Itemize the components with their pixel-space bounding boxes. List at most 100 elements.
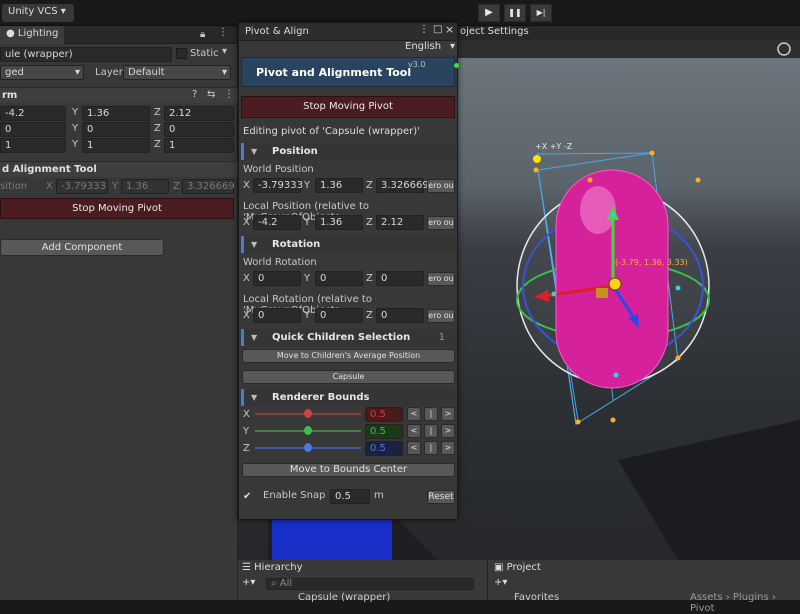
transform-rotation-y[interactable]: 0 <box>82 122 150 137</box>
world-position-x[interactable]: -3.79333 <box>253 178 303 193</box>
bounds-center-button[interactable]: | <box>424 424 438 438</box>
pivot-coords-label: (-3.79, 1.36, 3.33) <box>615 258 688 267</box>
local-rotation-y[interactable]: 0 <box>315 308 363 323</box>
menu-icon[interactable]: ⋮ <box>224 89 234 100</box>
capsule-child-button[interactable]: Capsule <box>242 370 455 384</box>
tab-project[interactable]: ▣ Project <box>494 562 541 573</box>
bounds-max-button[interactable]: > <box>441 441 455 455</box>
add-icon[interactable]: +▾ <box>242 577 255 588</box>
axis-x-label: X <box>243 180 250 191</box>
menu-icon[interactable]: ⋮ <box>419 24 429 35</box>
snap-value-field[interactable]: 0.5 <box>330 489 370 504</box>
object-name-field[interactable]: ule (wrapper) <box>0 47 172 62</box>
transform-position-x[interactable]: -4.2 <box>0 106 66 121</box>
menu-icon[interactable]: ⋮ <box>218 27 228 38</box>
stop-moving-pivot-button-inspector[interactable]: Stop Moving Pivot <box>0 198 234 219</box>
tool-component-header[interactable]: d Alignment Tool <box>0 161 238 177</box>
local-position-x[interactable]: -4.2 <box>253 215 301 230</box>
bounds-max-button[interactable]: > <box>441 424 455 438</box>
local-position-z[interactable]: 2.12 <box>376 215 424 230</box>
transform-scale-y[interactable]: 1 <box>82 138 150 153</box>
tab-project-settings[interactable]: oject Settings <box>460 26 529 37</box>
local-position-y[interactable]: 1.36 <box>315 215 363 230</box>
position-section-header[interactable]: ▼ Position <box>241 143 455 160</box>
axis-y-label: Y <box>304 310 311 321</box>
move-to-bounds-center-button[interactable]: Move to Bounds Center <box>242 463 455 477</box>
maximize-icon[interactable]: □ <box>433 24 442 35</box>
chevron-down-icon: ▾ <box>449 41 455 52</box>
static-checkbox[interactable] <box>176 48 187 59</box>
layer-dropdown[interactable]: Default ▾ <box>123 65 231 80</box>
bounds-center-button[interactable]: | <box>424 441 438 455</box>
world-position-label: World Position <box>243 164 314 175</box>
project-panel: ▣ Project +▾ Favorites Assets › Plugins … <box>490 560 800 614</box>
bounds-center-button[interactable]: | <box>424 407 438 421</box>
chevron-down-icon: ▼ <box>251 147 258 156</box>
local-rotation-x[interactable]: 0 <box>253 308 301 323</box>
hierarchy-item[interactable]: Capsule (wrapper) <box>298 592 390 603</box>
preset-icon[interactable]: ⇆ <box>207 89 215 100</box>
world-rotation-y[interactable]: 0 <box>315 271 363 286</box>
bounds-slider-thumb[interactable] <box>304 426 312 435</box>
reset-snap-button[interactable]: Reset <box>427 490 455 504</box>
bounds-slider-thumb[interactable] <box>304 409 312 418</box>
hierarchy-search-input[interactable]: ⌕ All <box>266 578 474 590</box>
axis-y-label: Y <box>304 217 311 228</box>
bounds-max-button[interactable]: > <box>441 407 455 421</box>
play-button[interactable]: ▶ <box>478 4 500 22</box>
transform-header[interactable]: rm ? ⇆ ⋮ <box>0 87 238 103</box>
transform-position-y[interactable]: 1.36 <box>82 106 150 121</box>
bounds-min-button[interactable]: < <box>407 441 421 455</box>
capsule-highlight <box>580 186 616 234</box>
floor-shadow <box>618 420 800 560</box>
window-titlebar[interactable]: Pivot & Align ⋮ □ × <box>239 23 457 41</box>
pause-button[interactable]: ❚❚ <box>504 4 526 22</box>
world-position-z[interactable]: 3.326669 <box>376 178 429 193</box>
zero-local-position-button[interactable]: ero ou <box>427 216 455 230</box>
zero-world-rotation-button[interactable]: ero ou <box>427 272 455 286</box>
transform-position-z[interactable]: 2.12 <box>164 106 234 121</box>
world-rotation-x[interactable]: 0 <box>253 271 301 286</box>
axis-z-label: Z <box>366 217 373 228</box>
folder-icon: ▣ <box>494 562 504 573</box>
axis-x-label: X <box>243 217 250 228</box>
favorites-item[interactable]: Favorites <box>514 592 559 603</box>
zero-local-rotation-button[interactable]: ero ou <box>427 309 455 323</box>
bounds-slider-thumb[interactable] <box>304 443 312 452</box>
language-dropdown[interactable]: English ▾ <box>403 41 457 55</box>
add-component-button[interactable]: Add Component <box>0 239 164 256</box>
unity-vcs-dropdown[interactable]: Unity VCS ▾ <box>2 4 74 22</box>
close-icon[interactable]: × <box>445 23 454 36</box>
world-rotation-z[interactable]: 0 <box>376 271 424 286</box>
axis-y-label: Y <box>72 123 79 134</box>
rotation-section-header[interactable]: ▼ Rotation <box>241 236 455 253</box>
bounds-value-field[interactable]: 0.5 <box>365 424 403 439</box>
tool-position-x: -3.79333 <box>56 179 108 194</box>
tab-hierarchy[interactable]: ☰ Hierarchy <box>242 562 303 573</box>
tab-lighting[interactable]: ● Lighting <box>0 26 65 44</box>
tag-dropdown[interactable]: ged ▾ <box>0 65 84 80</box>
enable-snap-checkbox[interactable]: ✔ <box>243 491 251 502</box>
zero-world-position-button[interactable]: ero ou <box>427 179 455 193</box>
tag-value: ged <box>5 67 24 78</box>
bounds-section-header[interactable]: ▼ Renderer Bounds <box>241 389 455 406</box>
axis-z-label: Z <box>154 139 161 150</box>
transform-rotation-z[interactable]: 0 <box>164 122 234 137</box>
add-icon[interactable]: +▾ <box>494 577 507 588</box>
bounds-min-button[interactable]: < <box>407 424 421 438</box>
help-icon[interactable]: ? <box>192 89 197 100</box>
local-rotation-z[interactable]: 0 <box>376 308 424 323</box>
transform-rotation-x[interactable]: 0 <box>0 122 66 137</box>
children-section-header[interactable]: ▼ Quick Children Selection 1 <box>241 329 455 346</box>
transform-scale-z[interactable]: 1 <box>164 138 234 153</box>
move-to-children-average-button[interactable]: Move to Children's Average Position <box>242 349 455 363</box>
bounds-min-button[interactable]: < <box>407 407 421 421</box>
bounds-value-field[interactable]: 0.5 <box>365 407 403 422</box>
static-dropdown-icon[interactable]: ▾ <box>222 46 227 57</box>
stop-moving-pivot-button[interactable]: Stop Moving Pivot <box>241 96 455 118</box>
step-button[interactable]: ▶| <box>530 4 552 22</box>
lock-icon[interactable]: 🔒︎ <box>200 29 205 40</box>
bounds-value-field[interactable]: 0.5 <box>365 441 403 456</box>
world-position-y[interactable]: 1.36 <box>315 178 363 193</box>
transform-scale-x[interactable]: 1 <box>0 138 66 153</box>
